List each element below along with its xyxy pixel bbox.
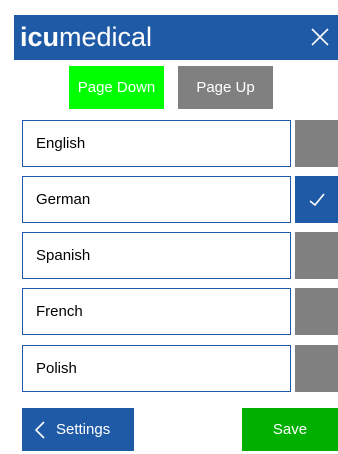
language-checkbox-german[interactable] <box>295 176 338 223</box>
logo-light-text: medical <box>59 22 153 52</box>
app-header: icu medical <box>14 15 338 60</box>
save-button[interactable]: Save <box>242 408 338 451</box>
close-icon <box>311 28 329 46</box>
chevron-left-icon <box>34 420 45 439</box>
settings-button-label: Settings <box>56 421 111 438</box>
language-option-german[interactable]: German <box>22 176 291 223</box>
checkmark-icon <box>309 192 325 206</box>
close-button[interactable] <box>306 23 334 51</box>
language-checkbox-french[interactable] <box>295 288 338 335</box>
logo-bold-text: icu <box>20 22 60 52</box>
language-checkbox-polish[interactable] <box>295 345 338 392</box>
language-option-english[interactable]: English <box>22 120 291 167</box>
icu-medical-logo: icu medical <box>20 24 152 51</box>
language-option-spanish[interactable]: Spanish <box>22 232 291 279</box>
language-option-polish[interactable]: Polish <box>22 345 291 392</box>
settings-button[interactable]: Settings <box>22 408 134 451</box>
page-up-button[interactable]: Page Up <box>178 66 273 109</box>
page-down-button[interactable]: Page Down <box>69 66 164 109</box>
language-checkbox-english[interactable] <box>295 120 338 167</box>
language-option-french[interactable]: French <box>22 288 291 335</box>
language-checkbox-spanish[interactable] <box>295 232 338 279</box>
